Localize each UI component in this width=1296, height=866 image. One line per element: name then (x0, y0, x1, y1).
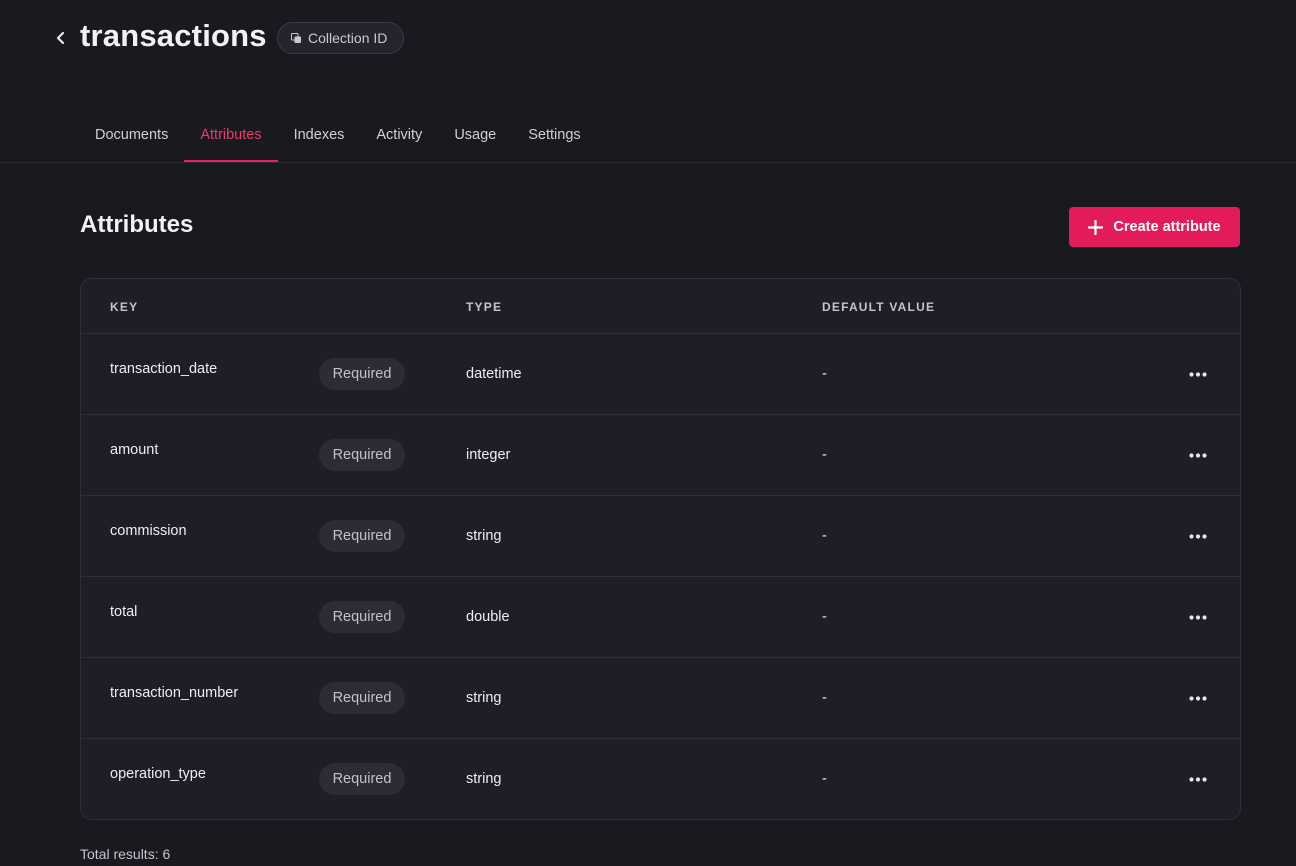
row-options-button[interactable] (1183, 444, 1213, 466)
attribute-key: operation_type (110, 766, 206, 782)
create-attribute-label: Create attribute (1113, 219, 1221, 235)
row-options-button[interactable] (1183, 687, 1213, 709)
table-row[interactable]: commission Required string - (81, 496, 1240, 577)
row-options-button[interactable] (1183, 768, 1213, 790)
attribute-default: - (822, 366, 827, 382)
attribute-key: total (110, 604, 138, 620)
row-options-button[interactable] (1183, 606, 1213, 628)
required-badge: Required (319, 439, 405, 471)
required-badge: Required (319, 763, 405, 795)
attribute-default: - (822, 528, 827, 544)
attribute-default: - (822, 690, 827, 706)
plus-icon (1088, 219, 1104, 235)
back-button[interactable] (52, 28, 70, 48)
create-attribute-button[interactable]: Create attribute (1069, 207, 1240, 247)
attribute-type: string (466, 528, 502, 544)
table-row[interactable]: transaction_date Required datetime - (81, 334, 1240, 415)
attribute-type: string (466, 690, 502, 706)
total-results: Total results: 6 (80, 846, 171, 862)
required-badge: Required (319, 520, 405, 552)
table-row[interactable]: transaction_number Required string - (81, 658, 1240, 739)
more-horizontal-icon (1189, 776, 1207, 782)
column-header-type: TYPE (466, 300, 503, 314)
collection-id-label: Collection ID (308, 30, 388, 46)
more-horizontal-icon (1189, 371, 1207, 377)
column-header-default-value: DEFAULT VALUE (822, 300, 936, 314)
more-horizontal-icon (1189, 533, 1207, 539)
copy-icon (291, 32, 301, 43)
more-horizontal-icon (1189, 695, 1207, 701)
attribute-type: datetime (466, 366, 522, 382)
attribute-type: double (466, 609, 510, 625)
tab-attributes[interactable]: Attributes (184, 112, 278, 162)
tab-documents[interactable]: Documents (79, 112, 184, 162)
required-badge: Required (319, 358, 405, 390)
row-options-button[interactable] (1183, 363, 1213, 385)
more-horizontal-icon (1189, 614, 1207, 620)
row-options-button[interactable] (1183, 525, 1213, 547)
column-header-key: KEY (110, 300, 139, 314)
table-row[interactable]: operation_type Required string - (81, 739, 1240, 819)
attribute-key: transaction_date (110, 361, 218, 377)
table-row[interactable]: amount Required integer - (81, 415, 1240, 496)
more-horizontal-icon (1189, 452, 1207, 458)
required-badge: Required (319, 601, 405, 633)
attribute-type: string (466, 771, 502, 787)
tab-indexes[interactable]: Indexes (278, 112, 361, 162)
table-header: KEY TYPE DEFAULT VALUE (81, 279, 1240, 334)
attribute-default: - (822, 609, 827, 625)
attribute-key: amount (110, 442, 159, 458)
collection-id-button[interactable]: Collection ID (277, 22, 404, 54)
attributes-table: KEY TYPE DEFAULT VALUE transaction_date … (80, 278, 1241, 820)
table-row[interactable]: total Required double - (81, 577, 1240, 658)
attribute-default: - (822, 771, 827, 787)
tab-bar: Documents Attributes Indexes Activity Us… (79, 112, 597, 163)
attribute-type: integer (466, 447, 511, 463)
attribute-key: transaction_number (110, 685, 239, 701)
section-title: Attributes (80, 211, 194, 238)
tab-settings[interactable]: Settings (512, 112, 596, 162)
attribute-default: - (822, 447, 827, 463)
required-badge: Required (319, 682, 405, 714)
tab-activity[interactable]: Activity (360, 112, 438, 162)
chevron-left-icon (56, 32, 65, 44)
attribute-key: commission (110, 523, 187, 539)
tab-usage[interactable]: Usage (438, 112, 512, 162)
page-title: transactions (80, 18, 267, 53)
page-header: transactions Collection ID Documents Att… (0, 0, 1296, 163)
